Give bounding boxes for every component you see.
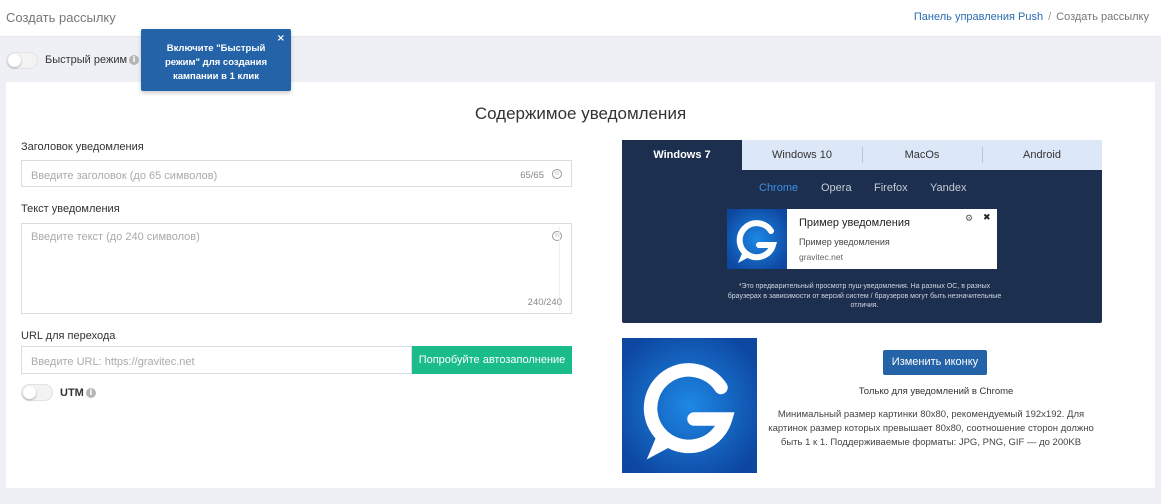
- tab-android[interactable]: Android: [982, 140, 1102, 170]
- utm-toggle[interactable]: [21, 384, 53, 401]
- fast-mode-tooltip: Включите "Быстрый режим" для создания ка…: [141, 29, 291, 91]
- preview-note: *Это предварительный просмотр пуш-уведом…: [727, 283, 1002, 309]
- notification-preview: Windows 7 Windows 10 MacOs Android Chrom…: [622, 140, 1102, 323]
- breadcrumb: Панель управления Push / Создать рассылку: [914, 11, 1149, 23]
- close-icon[interactable]: ×: [277, 32, 285, 46]
- info-icon[interactable]: i: [86, 388, 96, 398]
- url-field-label: URL для перехода: [21, 330, 116, 342]
- chrome-only-note: Только для уведомлений в Chrome: [858, 386, 1014, 397]
- change-icon-button[interactable]: Изменить иконку: [883, 350, 987, 375]
- browser-tab-opera[interactable]: Opera: [821, 182, 852, 194]
- os-tabs: Windows 7 Windows 10 MacOs Android: [622, 140, 1102, 170]
- smile-icon[interactable]: ☺: [552, 169, 562, 179]
- text-field-label: Текст уведомления: [21, 203, 120, 215]
- title-placeholder: Введите заголовок (до 65 символов): [31, 170, 218, 182]
- gravitec-logo-icon: [727, 209, 787, 269]
- browser-tab-firefox[interactable]: Firefox: [874, 182, 908, 194]
- title-counter: 65/65: [520, 170, 544, 181]
- notification-title: Пример уведомления: [799, 217, 910, 229]
- text-counter: 240/240: [527, 297, 562, 308]
- toggle-knob: [23, 386, 36, 399]
- browser-tab-yandex[interactable]: Yandex: [930, 182, 967, 194]
- main-card: Содержимое уведомления Заголовок уведомл…: [6, 82, 1155, 488]
- gravitec-logo-icon: [622, 338, 757, 473]
- icon-requirements: Минимальный размер картинки 80x80, реком…: [768, 409, 1094, 448]
- notification-text: Пример уведомления: [799, 237, 890, 247]
- notification-card: Пример уведомления Пример уведомления gr…: [727, 209, 997, 269]
- close-icon[interactable]: ✖: [983, 213, 991, 223]
- autofill-button[interactable]: Попробуйте автозаполнение: [412, 346, 572, 374]
- breadcrumb-current: Создать рассылку: [1056, 11, 1149, 23]
- info-icon[interactable]: i: [129, 55, 139, 65]
- text-input[interactable]: Введите текст (до 240 символов) ☺ 240/24…: [21, 223, 572, 314]
- tab-windows-10[interactable]: Windows 10: [742, 140, 862, 170]
- fast-mode-toggle[interactable]: [6, 52, 38, 69]
- browser-tab-chrome[interactable]: Chrome: [759, 182, 798, 194]
- breadcrumb-separator: /: [1048, 11, 1052, 23]
- section-title: Содержимое уведомления: [474, 104, 687, 123]
- toggle-knob: [8, 54, 21, 67]
- title-field-label: Заголовок уведомления: [21, 141, 144, 153]
- tab-windows-7[interactable]: Windows 7: [622, 140, 742, 170]
- breadcrumb-dashboard-link[interactable]: Панель управления Push: [914, 11, 1043, 23]
- notification-site: gravitec.net: [799, 252, 843, 262]
- utm-label: UTM: [60, 387, 84, 399]
- text-placeholder: Введите текст (до 240 символов): [31, 231, 200, 243]
- page-title: Создать рассылку: [6, 10, 116, 25]
- url-input[interactable]: Введите URL: https://gravitec.net: [21, 346, 412, 374]
- tooltip-text: Включите "Быстрый режим" для создания ка…: [164, 43, 268, 82]
- gear-icon[interactable]: ⚙: [965, 214, 973, 224]
- fast-mode-label: Быстрый режим: [45, 54, 128, 66]
- title-input[interactable]: Введите заголовок (до 65 символов) 65/65…: [21, 160, 572, 187]
- tab-macos[interactable]: MacOs: [862, 140, 982, 170]
- url-placeholder: Введите URL: https://gravitec.net: [31, 356, 195, 368]
